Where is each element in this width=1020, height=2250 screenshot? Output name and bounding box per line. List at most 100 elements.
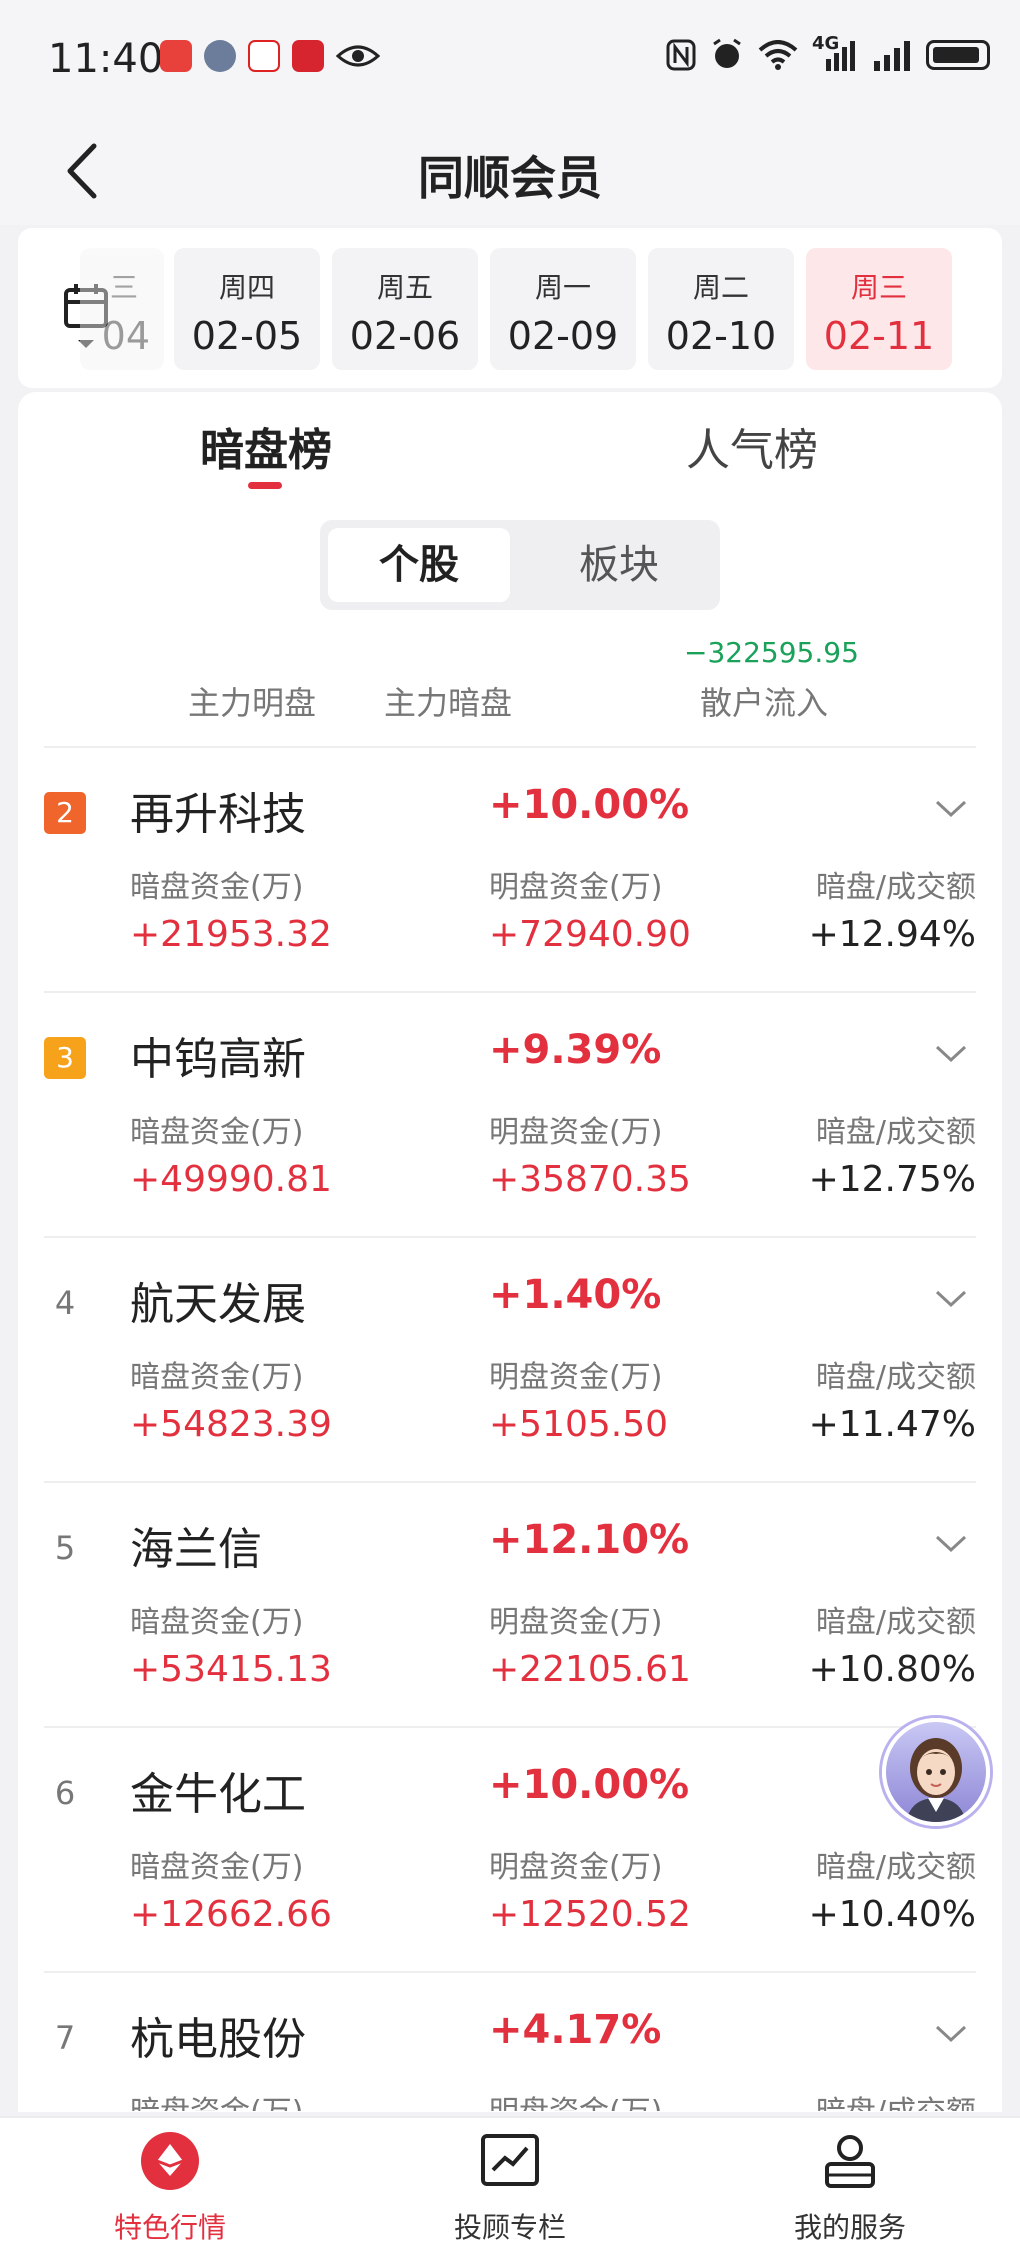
nfc-icon [666,39,696,71]
main-an-label: 主力暗盘 [384,684,513,722]
main-card: 暗盘榜 人气榜 个股 板块 −322595.95 主力明盘 主力暗盘 散户流入 … [18,392,1002,2112]
notification-avatar-icon [204,40,236,72]
open-funds-value: +5105.50 [489,1404,669,1445]
dark-funds-label: 暗盘资金(万) [130,1605,304,1640]
dark-funds-label: 暗盘资金(万) [130,1115,304,1150]
date-cell-02-04[interactable]: 三 04 [80,248,164,370]
segment-stocks[interactable]: 个股 [328,528,510,602]
open-funds-label: 明盘资金(万) [489,870,663,905]
stock-row[interactable]: 2 再升科技 +10.00% 暗盘资金(万) 明盘资金(万) 暗盘/成交额 +2… [44,746,976,991]
status-app-icons [160,40,380,72]
stock-change-pct: +1.40% [489,1272,662,1318]
wifi-icon [758,40,798,70]
notification-app-icon [160,40,192,72]
dark-funds-value: +53415.13 [130,1649,332,1690]
dark-ratio-label: 暗盘/成交额 [815,1360,976,1395]
stock-list: 2 再升科技 +10.00% 暗盘资金(万) 明盘资金(万) 暗盘/成交额 +2… [44,746,976,2111]
active-tab-indicator [248,482,282,489]
dark-funds-value: +49990.81 [130,1159,332,1200]
dark-funds-value: +21953.32 [130,914,332,955]
nav-feature-label: 特色行情 [113,2211,226,2244]
date-cell-02-11[interactable]: 周三 02-11 [806,248,952,370]
status-right: 4G [666,33,990,72]
stock-change-pct: +10.00% [489,782,690,828]
assistant-avatar-icon [906,1738,966,1822]
dark-funds-value: +54823.39 [130,1404,332,1445]
bottom-nav: 特色行情 投顾专栏 我的服务 [0,2116,1020,2250]
chevron-down-icon[interactable] [934,796,968,820]
dark-ratio-value: +10.40% [808,1894,976,1935]
stock-name: 再升科技 [130,789,306,840]
page-title: 同顺会员 [418,151,602,205]
stock-row[interactable]: 3 中钨高新 +9.39% 暗盘资金(万) 明盘资金(万) 暗盘/成交额 +49… [44,991,976,1236]
date-cell-02-06[interactable]: 周五 02-06 [332,248,478,370]
date-strip: 三 04 周四 02-05 周五 02-06 周一 02-09 周二 02-10… [18,228,1002,388]
dark-ratio-value: +10.80% [808,1649,976,1690]
chevron-down-icon[interactable] [934,2021,968,2045]
stock-name: 杭电股份 [130,2014,306,2065]
date-cell-02-10[interactable]: 周二 02-10 [648,248,794,370]
stock-row[interactable]: 7 杭电股份 +4.17% 暗盘资金(万) 明盘资金(万) 暗盘/成交额 [44,1971,976,2111]
status-bar: 11:40 4G [0,0,1020,120]
tab-dark-pool[interactable]: 暗盘榜 [200,414,332,478]
stock-change-pct: +10.00% [489,1762,690,1808]
dark-funds-label: 暗盘资金(万) [130,2087,303,2111]
status-time: 11:40 [48,36,164,82]
chevron-down-icon[interactable] [934,1286,968,1310]
segment-control: 个股 板块 [320,520,720,610]
dark-ratio-value: +11.47% [808,1404,976,1445]
stock-row[interactable]: 6 金牛化工 +10.00% 暗盘资金(万) 明盘资金(万) 暗盘/成交额 +1… [44,1726,976,1971]
date-cell-02-05[interactable]: 周四 02-05 [174,248,320,370]
stock-change-pct: +12.10% [489,1517,690,1563]
dark-ratio-label: 暗盘/成交额 [815,1850,976,1885]
stock-name: 中钨高新 [130,1034,306,1085]
dark-funds-label: 暗盘资金(万) [130,870,304,905]
dark-funds-value: +12662.66 [130,1894,332,1935]
rank-badge: 2 [44,792,86,834]
retail-label: 散户流入 [700,684,829,722]
eye-icon [336,45,380,67]
stock-name: 海兰信 [130,1524,262,1575]
rank-number: 6 [54,1774,76,1812]
stock-change-pct: +9.39% [489,1027,662,1073]
nav-column-label: 投顾专栏 [453,2211,566,2244]
dark-ratio-label: 暗盘/成交额 [815,870,976,905]
stock-change-pct: +4.17% [489,2007,662,2053]
chevron-down-icon[interactable] [934,1041,968,1065]
rank-number: 5 [54,1529,76,1567]
dark-ratio-value: +12.94% [808,914,976,955]
dark-funds-label: 暗盘资金(万) [130,1360,304,1395]
rank-badge: 3 [44,1037,86,1079]
assistant-avatar[interactable] [882,1718,990,1826]
stock-row[interactable]: 4 航天发展 +1.40% 暗盘资金(万) 明盘资金(万) 暗盘/成交额 +54… [44,1236,976,1481]
segment-sectors[interactable]: 板块 [528,528,710,602]
nav-service-label: 我的服务 [793,2211,906,2244]
rank-number: 4 [54,1284,76,1322]
alarm-icon [713,38,741,68]
nav-feature-market[interactable]: 特色行情 [60,2130,280,2246]
nav-advisor-column[interactable]: 投顾专栏 [400,2130,620,2246]
open-funds-value: +22105.61 [489,1649,691,1690]
user-service-icon [825,2135,875,2188]
open-funds-label: 明盘资金(万) [489,1360,663,1395]
header: 同顺会员 [0,120,1020,225]
open-funds-label: 明盘资金(万) [489,1850,663,1885]
stock-row[interactable]: 5 海兰信 +12.10% 暗盘资金(万) 明盘资金(万) 暗盘/成交额 +53… [44,1481,976,1726]
open-funds-value: +35870.35 [489,1159,691,1200]
main-ming-label: 主力明盘 [188,684,317,722]
notification-h-icon [292,40,324,72]
retail-flow-value: −322595.95 [684,636,859,669]
nav-my-service[interactable]: 我的服务 [740,2130,960,2246]
chevron-down-icon[interactable] [934,1531,968,1555]
tab-popularity[interactable]: 人气榜 [686,414,818,478]
chart-trend-icon [481,2134,539,2186]
open-funds-label: 明盘资金(万) [489,1115,663,1150]
date-cell-02-09[interactable]: 周一 02-09 [490,248,636,370]
stock-name: 金牛化工 [130,1769,306,1820]
dark-ratio-label: 暗盘/成交额 [815,1605,976,1640]
battery-icon [926,40,990,70]
open-funds-value: +72940.90 [489,914,691,955]
notification-logo-icon [248,40,280,72]
feature-market-icon [141,2132,199,2190]
open-funds-value: +12520.52 [489,1894,691,1935]
